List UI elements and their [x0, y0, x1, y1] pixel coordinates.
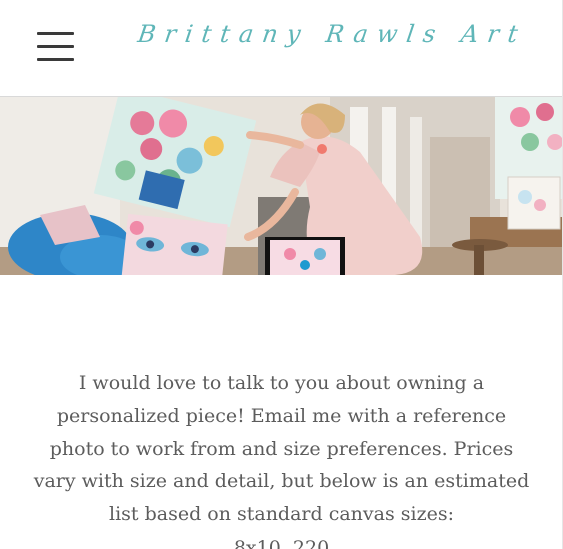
menu-bar-bottom [37, 58, 74, 61]
main-content: I would love to talk to you about owning… [0, 276, 563, 549]
artist-painting-photo [0, 97, 563, 275]
commission-intro-text: I would love to talk to you about owning… [33, 372, 530, 526]
page: Brittany Rawls Art I would love to talk … [0, 0, 563, 549]
site-title-logo[interactable]: Brittany Rawls Art [136, 20, 529, 48]
hero-image [0, 97, 563, 275]
menu-bar-top [37, 32, 74, 35]
hamburger-menu-icon[interactable] [37, 32, 74, 62]
price-list-item: 8x10, 220 [233, 537, 330, 549]
menu-bar-middle [37, 45, 74, 48]
site-header: Brittany Rawls Art [0, 0, 563, 97]
